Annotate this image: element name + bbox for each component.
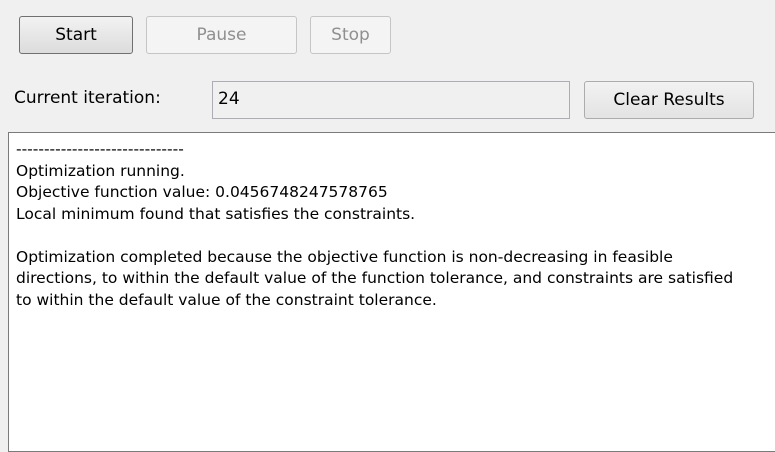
output-status-line: Optimization running. [16,161,185,180]
clear-results-button[interactable]: Clear Results [584,81,754,119]
output-blank-line [16,225,775,247]
optimization-panel: { "toolbar": { "start_label": "Start", "… [0,0,775,452]
output-completion-message: Optimization completed because the objec… [16,247,734,309]
start-button[interactable]: Start [19,16,133,54]
current-iteration-label: Current iteration: [14,88,161,108]
results-output-area[interactable]: ------------------------------ Optimizat… [8,132,775,452]
output-separator: ------------------------------ [16,140,184,158]
pause-button[interactable]: Pause [146,16,297,54]
stop-button[interactable]: Stop [310,16,391,54]
current-iteration-field: 24 [212,81,570,119]
output-minimum-line: Local minimum found that satisfies the c… [16,204,416,223]
output-objective-line: Objective function value: 0.045674824757… [16,183,388,201]
